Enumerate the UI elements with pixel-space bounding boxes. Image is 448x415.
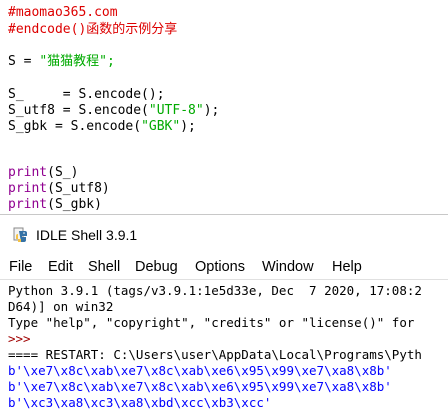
code-token: S_gbk = S.encode( (8, 119, 142, 134)
code-line: print(S_gbk) (8, 196, 102, 213)
code-token: ); (180, 119, 196, 134)
menu-debug[interactable]: Debug (135, 258, 178, 276)
shell-output[interactable]: Python 3.9.1 (tags/v3.9.1:1e5d33e, Dec 7… (0, 280, 448, 415)
output-line: D64)] on win32 (8, 299, 114, 314)
output-line: ==== RESTART: C:\Users\user\AppData\Loca… (8, 347, 422, 362)
code-editor[interactable]: #maomao365.com #endcode()函数的示例分享 S = "猫猫… (0, 0, 448, 214)
window-title: IDLE Shell 3.9.1 (36, 227, 138, 243)
menu-options[interactable]: Options (195, 258, 245, 276)
code-line: print(S_utf8) (8, 180, 110, 197)
code-line: S_gbk = S.encode("GBK"); (8, 118, 196, 135)
builtin-keyword: print (8, 181, 48, 196)
string-literal: "猫猫教程"; (39, 54, 115, 69)
stdout-line: b'\xe7\x8c\xab\xe7\x8c\xab\xe6\x95\x99\x… (8, 363, 392, 378)
menu-help[interactable]: Help (332, 258, 362, 276)
output-line: Type "help", "copyright", "credits" or "… (8, 315, 415, 330)
builtin-keyword: print (8, 165, 48, 180)
menu-edit[interactable]: Edit (48, 258, 73, 276)
string-literal: "GBK" (141, 119, 181, 134)
code-line: #maomao365.com (8, 5, 118, 20)
stdout-line: b'\xc3\xa8\xc3\xa8\xbd\xcc\xb3\xcc' (8, 395, 272, 410)
python-idle-icon (13, 227, 27, 242)
idle-shell-window: IDLE Shell 3.9.1 File Edit Shell Debug O… (0, 214, 448, 415)
output-line: Python 3.9.1 (tags/v3.9.1:1e5d33e, Dec 7… (8, 283, 422, 298)
code-token: (S_gbk) (47, 197, 102, 212)
menu-bar: File Edit Shell Debug Options Window Hel… (0, 255, 448, 279)
code-line: S_ = S.encode(); (8, 87, 165, 102)
code-token: ); (203, 103, 220, 118)
menu-shell[interactable]: Shell (88, 258, 120, 276)
code-token: (S_utf8) (47, 181, 110, 196)
menu-file[interactable]: File (9, 258, 32, 276)
string-literal: "UTF-8" (148, 103, 204, 118)
stdout-line: b'\xe7\x8c\xab\xe7\x8c\xab\xe6\x95\x99\x… (8, 379, 392, 394)
shell-prompt: >>> (8, 331, 31, 346)
code-token: S_utf8 = S.encode( (8, 103, 149, 118)
code-line: #endcode()函数的示例分享 (8, 22, 178, 37)
menu-window[interactable]: Window (262, 258, 314, 276)
code-line: print(S_) (8, 164, 78, 181)
code-line: S_utf8 = S.encode("UTF-8"); (8, 102, 219, 119)
builtin-keyword: print (8, 197, 48, 212)
code-token: S = (8, 54, 40, 69)
code-line: S = "猫猫教程"; (8, 53, 115, 70)
code-token: (S_) (47, 165, 79, 180)
title-bar[interactable]: IDLE Shell 3.9.1 (0, 215, 448, 255)
